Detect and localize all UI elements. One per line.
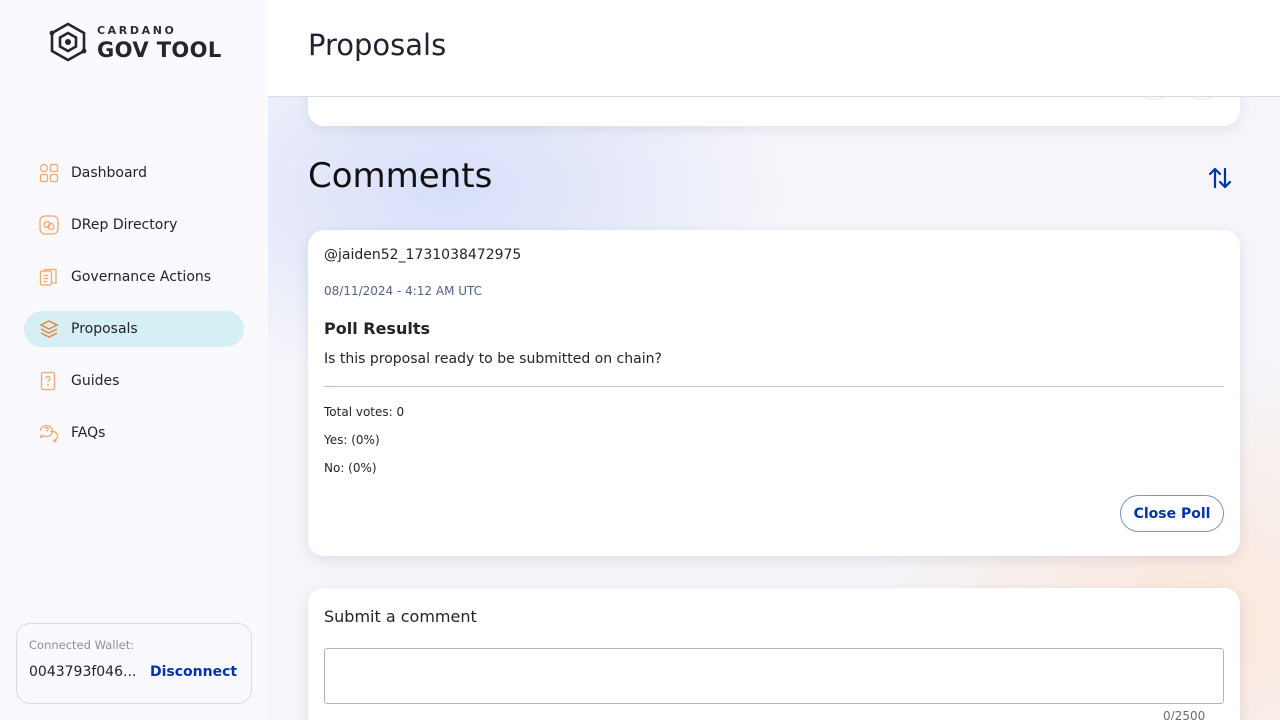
- sort-arrows-icon: [1208, 167, 1232, 189]
- drep-directory-icon: [39, 215, 59, 235]
- sidebar-item-drep-directory[interactable]: DRep Directory: [24, 207, 244, 243]
- connected-wallet-panel: Connected Wallet: 0043793f046... Disconn…: [16, 623, 252, 704]
- sidebar-nav: Dashboard DRep Directory Governance Acti…: [24, 155, 244, 467]
- poll-yes-result: Yes: (0%): [324, 433, 380, 447]
- sidebar-item-label: Dashboard: [71, 165, 147, 181]
- sidebar-item-label: Guides: [71, 373, 120, 389]
- sidebar-item-label: FAQs: [71, 425, 106, 441]
- poll-comment-card: @jaiden52_1731038472975 08/11/2024 - 4:1…: [308, 230, 1240, 556]
- close-poll-button[interactable]: Close Poll: [1120, 495, 1224, 532]
- page-title: Proposals: [308, 28, 447, 62]
- wallet-address: 0043793f046...: [29, 664, 137, 680]
- sidebar-item-governance-actions[interactable]: Governance Actions: [24, 259, 244, 295]
- poll-total-votes: Total votes: 0: [324, 405, 405, 419]
- guides-icon: [39, 371, 59, 391]
- comment-input[interactable]: [324, 648, 1224, 704]
- comment-author: @jaiden52_1731038472975: [324, 247, 522, 263]
- sidebar-item-dashboard[interactable]: Dashboard: [24, 155, 244, 191]
- poll-divider: [324, 386, 1224, 387]
- governance-actions-icon: [39, 267, 59, 287]
- page-header: Proposals: [268, 0, 1280, 97]
- comments-heading: Comments: [308, 156, 493, 196]
- cardano-logo-icon: [49, 22, 87, 62]
- submit-comment-heading: Submit a comment: [324, 607, 477, 626]
- proposals-icon: [39, 319, 59, 339]
- sidebar-item-proposals[interactable]: Proposals: [24, 311, 244, 347]
- sidebar-item-label: Proposals: [71, 321, 138, 337]
- disconnect-button[interactable]: Disconnect: [150, 664, 237, 680]
- comment-date: 08/11/2024 - 4:12 AM UTC: [324, 284, 483, 298]
- logo-big-text: GOV TOOL: [97, 38, 222, 62]
- poll-no-result: No: (0%): [324, 461, 377, 475]
- sidebar: CARDANO GOV TOOL Dashboard DRep Director…: [0, 0, 268, 720]
- sort-button[interactable]: [1206, 164, 1234, 192]
- poll-question: Is this proposal ready to be submitted o…: [324, 351, 662, 367]
- sidebar-item-label: DRep Directory: [71, 217, 178, 233]
- poll-results-heading: Poll Results: [324, 319, 430, 338]
- comment-char-counter: 0/2500: [1163, 709, 1206, 720]
- wallet-caption: Connected Wallet:: [29, 638, 135, 652]
- logo-small-text: CARDANO: [97, 24, 177, 37]
- submit-comment-card: Submit a comment 0/2500: [308, 588, 1240, 720]
- faqs-icon: [39, 423, 59, 443]
- main-content: Comments @jaiden52_1731038472975 08/11/2…: [268, 0, 1280, 720]
- dashboard-icon: [39, 163, 59, 183]
- sidebar-item-guides[interactable]: Guides: [24, 363, 244, 399]
- sidebar-item-faqs[interactable]: FAQs: [24, 415, 244, 451]
- app-logo[interactable]: CARDANO GOV TOOL: [47, 22, 222, 62]
- sidebar-item-label: Governance Actions: [71, 269, 212, 285]
